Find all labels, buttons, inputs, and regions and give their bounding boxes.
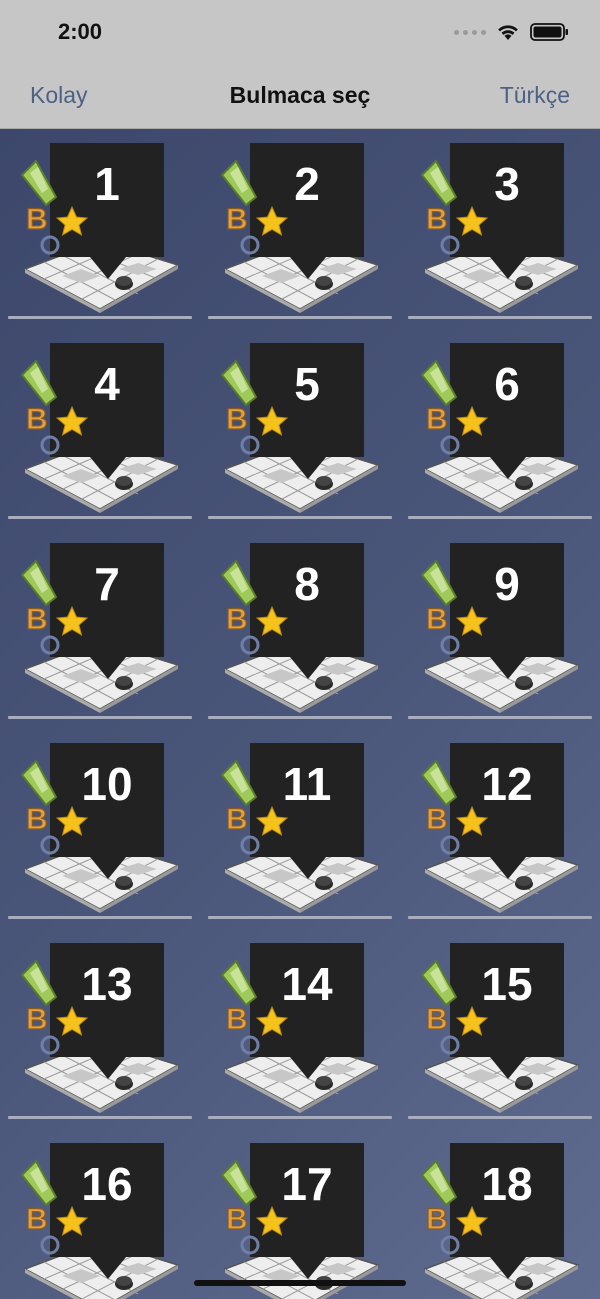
language-button[interactable]: Türkçe bbox=[500, 82, 570, 109]
puzzle-number: 4 bbox=[94, 358, 120, 410]
puzzle-number: 2 bbox=[294, 158, 320, 210]
svg-text:B: B bbox=[26, 203, 48, 236]
tile-separator bbox=[8, 516, 192, 519]
puzzle-tile-14[interactable]: B 14 bbox=[200, 929, 400, 1129]
tile-separator bbox=[408, 316, 592, 319]
tile-separator bbox=[208, 516, 392, 519]
puzzle-tile-1[interactable]: B 1 bbox=[0, 129, 200, 329]
puzzle-tile-4[interactable]: B 4 bbox=[0, 329, 200, 529]
puzzle-list[interactable]: B 1 B 2 B 3 B 4 B 5 B 6 B 7 B 8 B 9 B 10… bbox=[0, 129, 600, 1299]
battery-icon bbox=[530, 23, 568, 41]
puzzle-tile-7[interactable]: B 7 bbox=[0, 529, 200, 729]
svg-text:B: B bbox=[26, 1203, 48, 1236]
status-bar: 2:00 bbox=[0, 0, 600, 64]
puzzle-number: 3 bbox=[494, 158, 520, 210]
tile-separator bbox=[208, 1116, 392, 1119]
puzzle-number: 8 bbox=[294, 558, 320, 610]
puzzle-tile-17[interactable]: B 17 bbox=[200, 1129, 400, 1299]
tile-separator bbox=[8, 916, 192, 919]
puzzle-tile-11[interactable]: B 11 bbox=[200, 729, 400, 929]
puzzle-number: 18 bbox=[481, 1158, 533, 1210]
puzzle-tile-16[interactable]: B 16 bbox=[0, 1129, 200, 1299]
signal-dots-icon bbox=[454, 29, 486, 35]
puzzle-number: 12 bbox=[481, 758, 533, 810]
puzzle-tile-9[interactable]: B 9 bbox=[400, 529, 600, 729]
puzzle-tile-5[interactable]: B 5 bbox=[200, 329, 400, 529]
svg-text:B: B bbox=[426, 1203, 448, 1236]
svg-text:B: B bbox=[26, 803, 48, 836]
svg-text:B: B bbox=[426, 1003, 448, 1036]
puzzle-number: 14 bbox=[281, 958, 333, 1010]
tile-separator bbox=[8, 716, 192, 719]
nav-bar: Kolay Bulmaca seç Türkçe bbox=[0, 64, 600, 129]
svg-text:B: B bbox=[426, 803, 448, 836]
tile-separator bbox=[408, 916, 592, 919]
puzzle-number: 16 bbox=[81, 1158, 133, 1210]
puzzle-number: 7 bbox=[94, 558, 120, 610]
tile-separator bbox=[208, 916, 392, 919]
puzzle-number: 15 bbox=[481, 958, 533, 1010]
puzzle-number: 5 bbox=[294, 358, 320, 410]
svg-text:B: B bbox=[226, 803, 248, 836]
tile-separator bbox=[8, 1116, 192, 1119]
svg-text:B: B bbox=[226, 403, 248, 436]
puzzle-number: 13 bbox=[81, 958, 133, 1010]
tile-separator bbox=[408, 516, 592, 519]
status-time: 2:00 bbox=[58, 19, 103, 44]
tile-separator bbox=[208, 316, 392, 319]
svg-text:B: B bbox=[26, 603, 48, 636]
puzzle-tile-8[interactable]: B 8 bbox=[200, 529, 400, 729]
puzzle-number: 10 bbox=[81, 758, 133, 810]
tile-separator bbox=[208, 716, 392, 719]
puzzle-tile-12[interactable]: B 12 bbox=[400, 729, 600, 929]
svg-text:B: B bbox=[26, 1003, 48, 1036]
home-indicator[interactable] bbox=[194, 1280, 406, 1286]
puzzle-tile-10[interactable]: B 10 bbox=[0, 729, 200, 929]
puzzle-number: 6 bbox=[494, 358, 520, 410]
svg-text:B: B bbox=[226, 603, 248, 636]
puzzle-tile-2[interactable]: B 2 bbox=[200, 129, 400, 329]
tile-separator bbox=[408, 716, 592, 719]
puzzle-tile-18[interactable]: B 18 bbox=[400, 1129, 600, 1299]
puzzle-number: 11 bbox=[282, 758, 332, 810]
puzzle-tile-3[interactable]: B 3 bbox=[400, 129, 600, 329]
puzzle-number: 9 bbox=[494, 558, 520, 610]
svg-text:B: B bbox=[426, 403, 448, 436]
svg-text:B: B bbox=[26, 403, 48, 436]
status-icons bbox=[454, 22, 570, 42]
puzzle-tile-13[interactable]: B 13 bbox=[0, 929, 200, 1129]
puzzle-tile-15[interactable]: B 15 bbox=[400, 929, 600, 1129]
puzzle-tile-6[interactable]: B 6 bbox=[400, 329, 600, 529]
wifi-icon bbox=[498, 25, 518, 40]
puzzle-number: 17 bbox=[281, 1158, 333, 1210]
puzzle-number: 1 bbox=[94, 158, 120, 210]
svg-text:B: B bbox=[426, 203, 448, 236]
tile-separator bbox=[408, 1116, 592, 1119]
svg-text:B: B bbox=[226, 203, 248, 236]
svg-text:B: B bbox=[226, 1003, 248, 1036]
svg-text:B: B bbox=[426, 603, 448, 636]
svg-text:B: B bbox=[226, 1203, 248, 1236]
tile-separator bbox=[8, 316, 192, 319]
